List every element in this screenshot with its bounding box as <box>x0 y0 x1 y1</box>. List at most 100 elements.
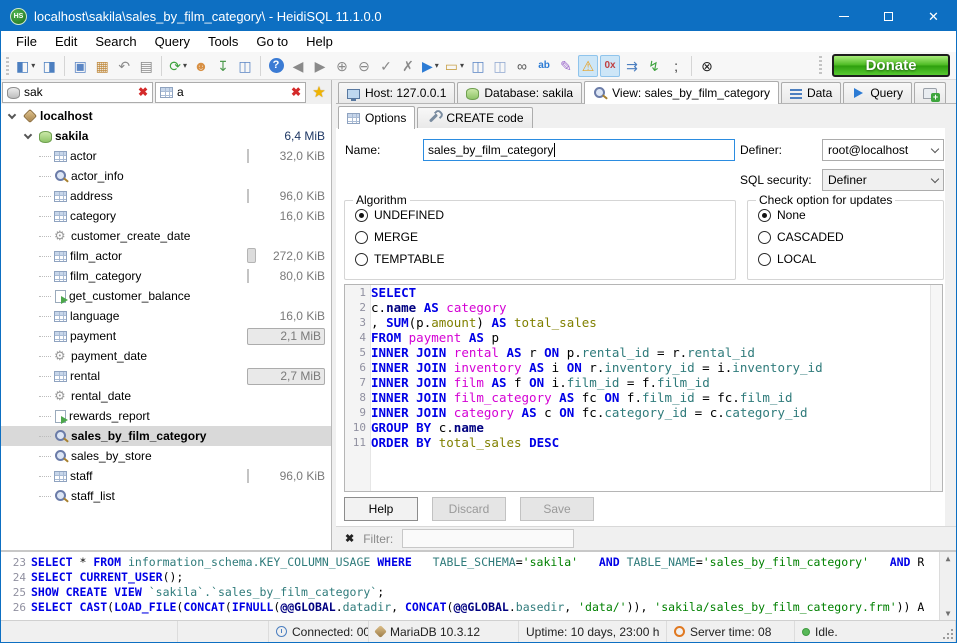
save-button[interactable]: Save <box>520 497 594 521</box>
tree-item-rental[interactable]: rental2,7 MiB <box>1 366 331 386</box>
menu-tools[interactable]: Tools <box>199 32 247 51</box>
radio-undefined[interactable]: UNDEFINED <box>355 207 735 223</box>
tree-item-payment_date[interactable]: payment_date <box>1 346 331 366</box>
tree-item-address[interactable]: address96,0 KiB <box>1 186 331 206</box>
maximize-button[interactable] <box>866 1 911 31</box>
tree-item-film_actor[interactable]: film_actor272,0 KiB <box>1 246 331 266</box>
tree-item-sales_by_film_category[interactable]: sales_by_film_category <box>1 426 331 446</box>
radio-none[interactable]: None <box>758 207 943 223</box>
tab-new-query[interactable] <box>914 82 946 103</box>
tree-item-sakila[interactable]: sakila6,4 MiB <box>1 126 331 146</box>
tree-item-payment[interactable]: payment2,1 MiB <box>1 326 331 346</box>
menu-edit[interactable]: Edit <box>46 32 86 51</box>
tree-item-film_category[interactable]: film_category80,0 KiB <box>1 266 331 286</box>
radio-merge[interactable]: MERGE <box>355 229 735 245</box>
tree-item-language[interactable]: language16,0 KiB <box>1 306 331 326</box>
clear-filter-icon[interactable]: ✖ <box>291 86 301 98</box>
favorites-star-icon[interactable]: ★ <box>308 83 330 101</box>
view-body-sql-editor[interactable]: 1SELECT2c.name AS category3, SUM(p.amoun… <box>344 284 943 492</box>
delimiter-button[interactable]: ; <box>666 55 686 77</box>
tree-item-actor_info[interactable]: actor_info <box>1 166 331 186</box>
hex-view-button[interactable]: 0x <box>600 55 620 77</box>
help-button[interactable]: ? <box>266 55 286 77</box>
tab-view-sales-by-film-category[interactable]: View: sales_by_film_category <box>584 81 779 104</box>
insert-row-button[interactable]: ⊕ <box>332 55 352 77</box>
tree-connector <box>39 156 51 157</box>
help-button[interactable]: Help <box>344 497 418 521</box>
menu-file[interactable]: File <box>7 32 46 51</box>
donate-button[interactable]: Donate <box>832 54 950 77</box>
chevron-expanded-icon[interactable] <box>24 130 32 138</box>
radio-cascaded[interactable]: CASCADED <box>758 229 943 245</box>
sql-security-select[interactable]: Definer <box>822 169 944 191</box>
menu-query[interactable]: Query <box>146 32 199 51</box>
replace-text-button[interactable]: ab <box>534 55 554 77</box>
tree-item-rental_date[interactable]: rental_date <box>1 386 331 406</box>
load-sql-file-button[interactable]: ▭▾ <box>443 55 466 77</box>
stop-button[interactable]: ⊗ <box>697 55 717 77</box>
resize-grip[interactable] <box>951 637 953 639</box>
undo-icon: ↶ <box>118 59 130 73</box>
filter-input[interactable] <box>402 529 574 548</box>
delete-row-button[interactable]: ⊖ <box>354 55 374 77</box>
cancel-editing-button[interactable]: ✗ <box>398 55 418 77</box>
snippet-save-button[interactable]: ◫ <box>235 55 255 77</box>
radio-temptable[interactable]: TEMPTABLE <box>355 251 735 267</box>
minimize-button[interactable] <box>821 1 866 31</box>
toolbar-grip[interactable] <box>819 56 822 74</box>
post-changes-button[interactable]: ✓ <box>376 55 396 77</box>
tree-item-staff_list[interactable]: staff_list <box>1 486 331 506</box>
table-filter-input[interactable]: a ✖ <box>155 82 306 103</box>
tree-item-localhost[interactable]: localhost <box>1 106 331 126</box>
execute-sql-button[interactable]: ▶▾ <box>420 55 441 77</box>
table-icon <box>54 471 67 482</box>
refresh-code-button[interactable]: ↯ <box>644 55 664 77</box>
undo-button[interactable]: ↶ <box>114 55 134 77</box>
reformat-sql-button[interactable]: ✎ <box>556 55 576 77</box>
toolbar-grip[interactable] <box>6 57 9 75</box>
copy-button[interactable]: ▣ <box>70 55 90 77</box>
user-manager-button[interactable]: ☻ <box>191 55 211 77</box>
last-row-button[interactable]: ▶ <box>310 55 330 77</box>
refresh-button[interactable]: ⟳▾ <box>167 55 189 77</box>
first-row-button[interactable]: ◀ <box>288 55 308 77</box>
view-name-input[interactable]: sales_by_film_category <box>423 139 735 161</box>
clear-filter-icon[interactable]: ✖ <box>138 86 148 98</box>
tree-item-staff[interactable]: staff96,0 KiB <box>1 466 331 486</box>
code-line: 7INNER JOIN film AS f ON i.film_id = f.f… <box>345 375 942 390</box>
menu-search[interactable]: Search <box>86 32 145 51</box>
chevron-expanded-icon[interactable] <box>8 110 16 118</box>
warning-highlight-button[interactable]: ⚠ <box>578 55 598 77</box>
discard-button[interactable]: Discard <box>432 497 506 521</box>
paste-button[interactable]: ▦ <box>92 55 112 77</box>
tree-item-get_customer_balance[interactable]: get_customer_balance <box>1 286 331 306</box>
find-text-button[interactable]: ∞ <box>512 55 532 77</box>
save-sql-as-button[interactable]: ◫ <box>490 55 510 77</box>
status-text: Idle. <box>815 625 838 639</box>
close-button[interactable]: ✕ <box>911 1 956 31</box>
tab-query[interactable]: Query <box>843 82 912 103</box>
print-button[interactable]: ▤ <box>136 55 156 77</box>
database-filter-input[interactable]: sak ✖ <box>2 82 153 103</box>
tree-item-customer_create_date[interactable]: customer_create_date <box>1 226 331 246</box>
tab-host-127-0-0-1[interactable]: Host: 127.0.0.1 <box>338 82 455 103</box>
tab-data[interactable]: Data <box>781 82 841 103</box>
subtab-options[interactable]: Options <box>338 106 415 129</box>
save-sql-button[interactable]: ◫ <box>468 55 488 77</box>
indent-button[interactable]: ⇉ <box>622 55 642 77</box>
subtab-create-code[interactable]: CREATE code <box>417 107 532 128</box>
menu-go-to[interactable]: Go to <box>247 32 297 51</box>
tree-item-sales_by_store[interactable]: sales_by_store <box>1 446 331 466</box>
tree-item-actor[interactable]: actor32,0 KiB <box>1 146 331 166</box>
tree-item-category[interactable]: category16,0 KiB <box>1 206 331 226</box>
close-filter-icon[interactable]: ✖ <box>345 532 354 545</box>
tree-connector <box>39 336 51 337</box>
definer-select[interactable]: root@localhost <box>822 139 944 161</box>
session-manager-button[interactable]: ◧▾ <box>14 55 37 77</box>
menu-help[interactable]: Help <box>297 32 342 51</box>
radio-local[interactable]: LOCAL <box>758 251 943 267</box>
export-database-button[interactable]: ↧ <box>213 55 233 77</box>
tree-item-rewards_report[interactable]: rewards_report <box>1 406 331 426</box>
tab-database-sakila[interactable]: Database: sakila <box>457 82 582 103</box>
disconnect-button[interactable]: ◨ <box>39 55 59 77</box>
